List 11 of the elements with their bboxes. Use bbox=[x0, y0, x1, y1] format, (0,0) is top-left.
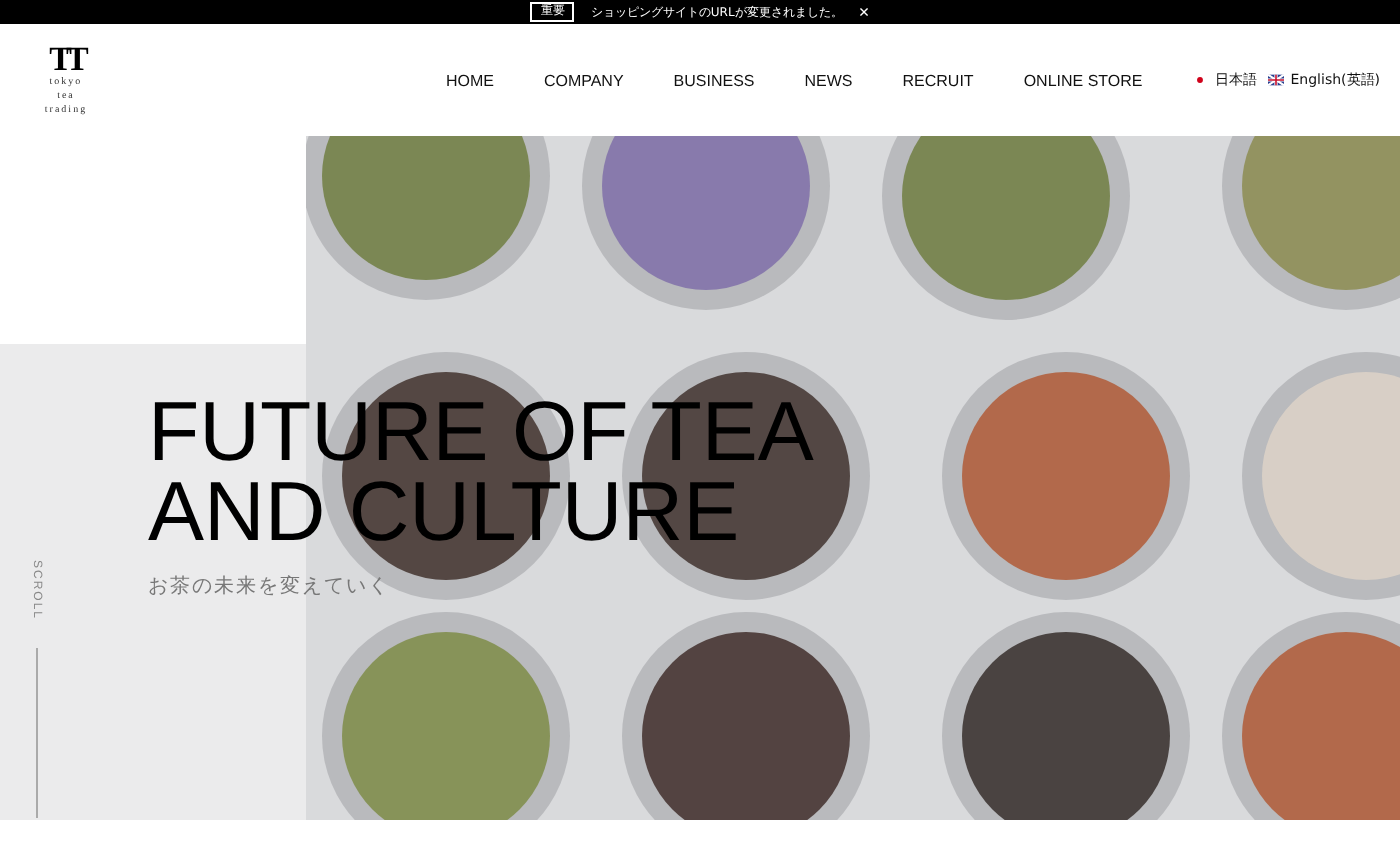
nav-link[interactable]: HOME bbox=[445, 71, 494, 89]
nav-link[interactable]: COMPANY bbox=[543, 71, 624, 89]
logo-mark[interactable]: TT bbox=[49, 42, 83, 76]
flag-icon bbox=[1192, 74, 1209, 86]
nav-link[interactable]: RECRUIT bbox=[902, 71, 974, 89]
flag-icon bbox=[1268, 74, 1285, 86]
close-button[interactable]: × bbox=[858, 2, 870, 22]
hero-subtitle: お茶の未来を変えていく bbox=[148, 573, 392, 600]
nav-link[interactable]: NEWS bbox=[804, 71, 853, 89]
nav-link[interactable]: ONLINE STORE bbox=[1023, 71, 1143, 89]
nav-link[interactable]: BUSINESS bbox=[673, 71, 755, 89]
